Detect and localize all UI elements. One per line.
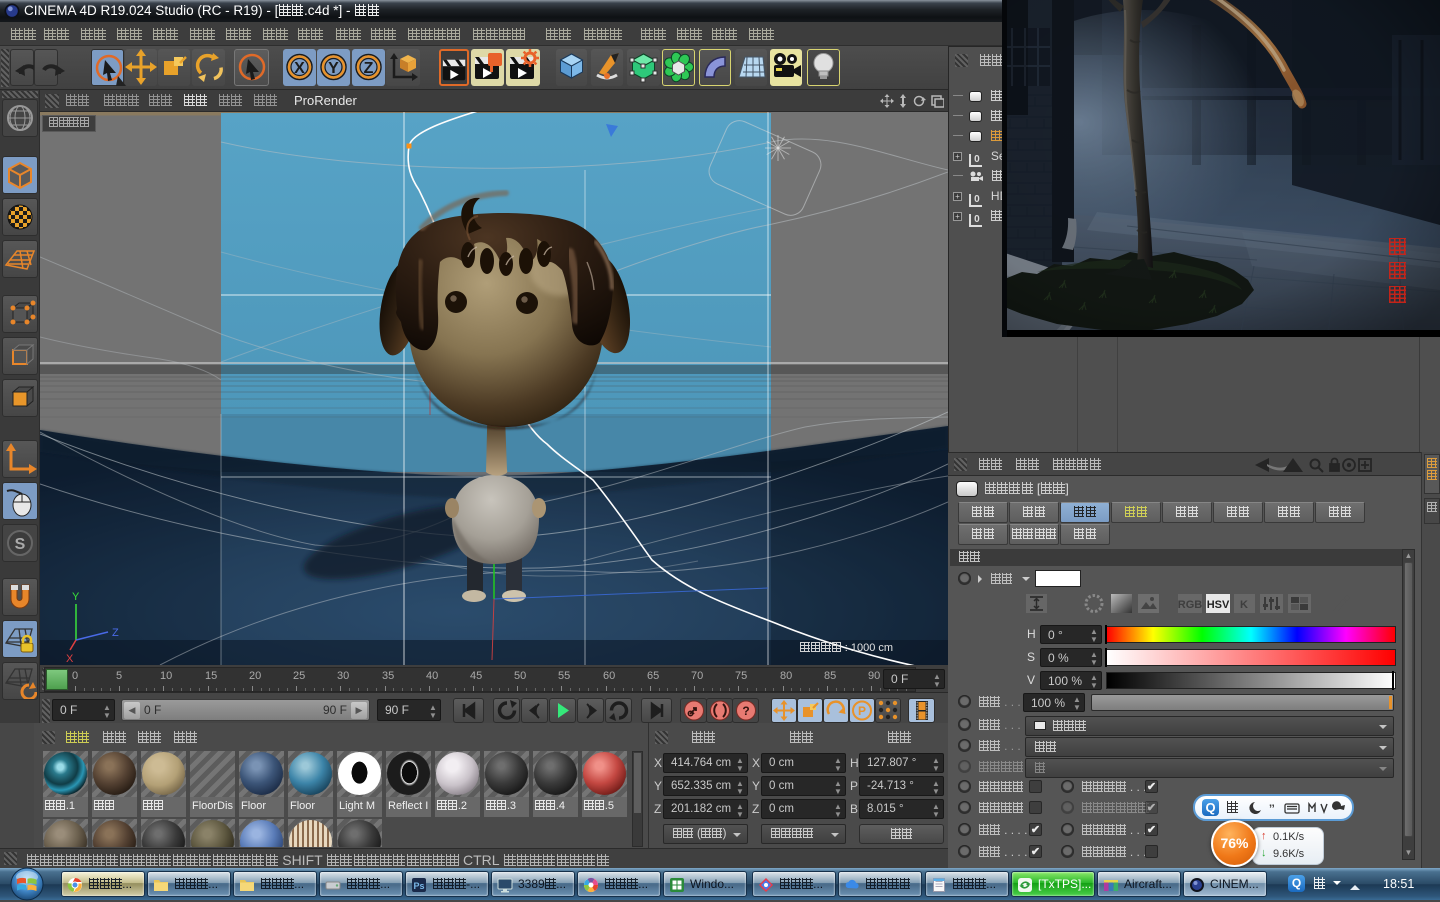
svg-text:Z: Z	[112, 627, 119, 639]
svg-text:K: K	[1240, 599, 1248, 611]
svg-text:S: S	[15, 536, 26, 553]
svg-text:’’: ’’	[1269, 803, 1275, 815]
svg-text:HSV: HSV	[1207, 599, 1230, 611]
svg-text:RGB: RGB	[1178, 599, 1203, 611]
svg-text:X: X	[66, 653, 74, 665]
svg-text:P: P	[858, 704, 866, 718]
svg-text:Y: Y	[72, 591, 80, 603]
svg-text:Y: Y	[328, 60, 339, 77]
svg-text:X: X	[294, 60, 305, 77]
svg-text:Z: Z	[364, 60, 374, 77]
svg-text:?: ?	[742, 704, 749, 718]
svg-text:Ps: Ps	[413, 881, 424, 891]
